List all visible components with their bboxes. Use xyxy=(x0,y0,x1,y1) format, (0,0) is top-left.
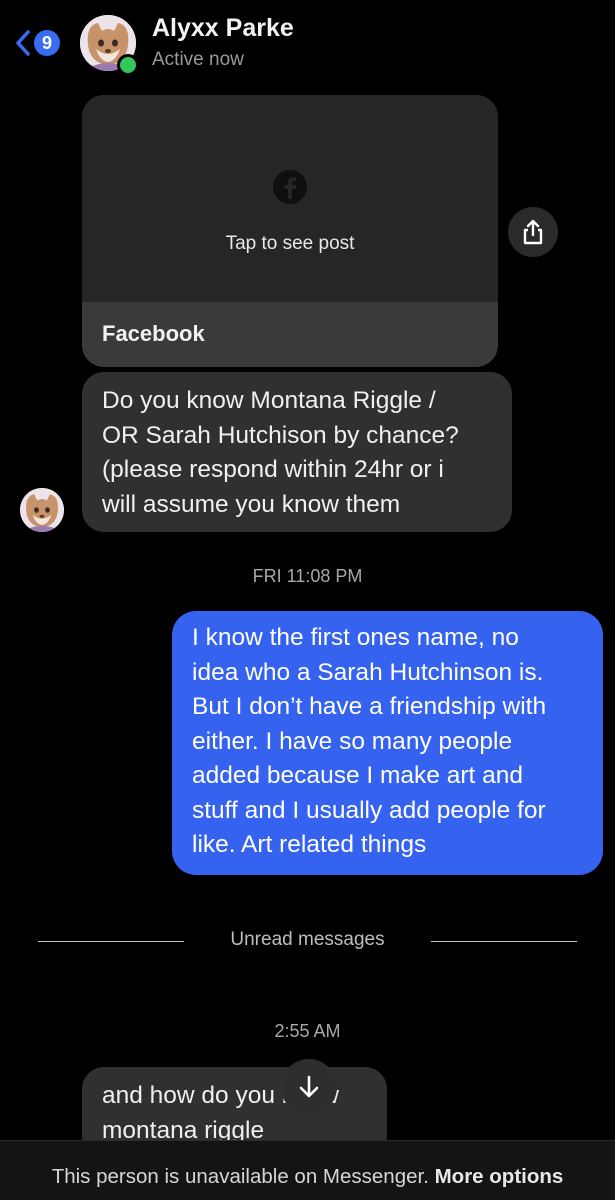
message-line: stuff and I usually add people for xyxy=(192,796,546,824)
post-source-label: Facebook xyxy=(102,321,205,346)
sent-message[interactable]: I know the first ones name, no idea who … xyxy=(172,611,603,875)
share-icon xyxy=(523,219,543,245)
message-line: (please respond within 24hr or i xyxy=(102,456,444,483)
online-status-dot xyxy=(117,54,139,76)
message-line: But I don’t have a friendship with xyxy=(192,693,547,720)
scroll-to-bottom-button[interactable] xyxy=(281,1059,337,1115)
facebook-icon xyxy=(273,170,307,204)
back-button[interactable]: 9 xyxy=(14,26,66,60)
message-text: and how do you know montana riggle xyxy=(102,1079,382,1148)
received-message[interactable]: Do you know Montana Riggle / OR Sarah Hu… xyxy=(82,372,512,532)
more-options-link[interactable]: More options xyxy=(435,1165,564,1188)
message-timestamp: FRI 11:08 PM xyxy=(252,566,363,586)
message-text: I know the first ones name, no idea who … xyxy=(192,621,602,863)
shared-post-card[interactable]: Tap to see post Facebook xyxy=(82,95,498,367)
message-line: either. I have so many people xyxy=(192,727,513,755)
contact-name[interactable]: Alyxx Parke xyxy=(152,14,294,43)
message-line: will assume you know them xyxy=(102,490,401,518)
message-line: like. Art related things xyxy=(192,831,427,858)
avatar-illustration xyxy=(20,488,64,532)
arrow-down-icon xyxy=(299,1075,319,1098)
unavailable-notice: This person is unavailable on Messenger.… xyxy=(40,1163,575,1191)
divider-line-right xyxy=(431,941,577,942)
unread-count-badge: 9 xyxy=(34,30,60,56)
tap-to-see-post-label: Tap to see post xyxy=(225,233,355,254)
unread-messages-divider: Unread messages xyxy=(230,929,385,950)
message-line: added because I make art and xyxy=(192,762,523,789)
contact-status: Active now xyxy=(152,49,244,70)
message-line: Do you know Montana Riggle / xyxy=(102,387,436,414)
share-button[interactable] xyxy=(508,207,558,257)
message-line: idea who a Sarah Hutchinson is. xyxy=(192,658,544,686)
message-text: Do you know Montana Riggle / OR Sarah Hu… xyxy=(102,384,502,522)
unavailable-notice-bar: This person is unavailable on Messenger.… xyxy=(0,1140,615,1200)
message-line: OR Sarah Hutchison by chance? xyxy=(102,421,459,449)
unavailable-text: This person is unavailable on Messenger. xyxy=(51,1165,429,1188)
chevron-left-icon xyxy=(16,30,30,56)
message-line: and how do you know xyxy=(102,1082,339,1109)
message-timestamp: 2:55 AM xyxy=(274,1021,341,1041)
message-line: I know the first ones name, no xyxy=(192,624,519,651)
sender-avatar[interactable] xyxy=(20,488,64,532)
